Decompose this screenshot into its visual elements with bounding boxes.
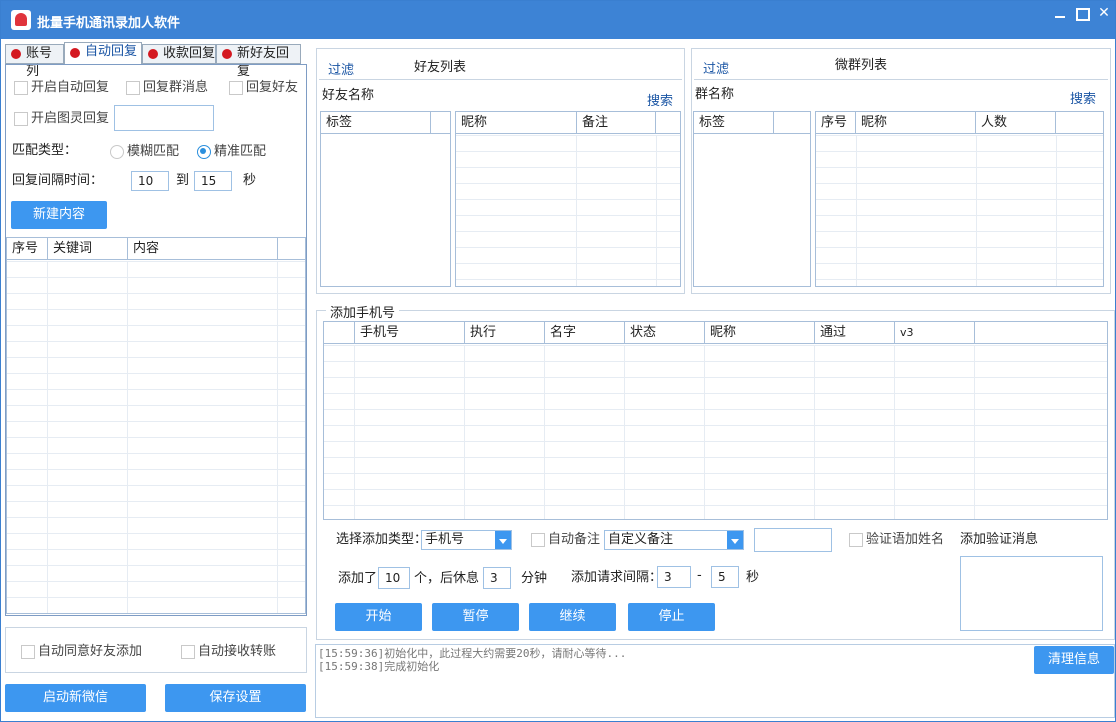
- request-interval-from-input[interactable]: 3: [657, 566, 691, 588]
- reply-group-msg-checkbox[interactable]: 回复群消息: [126, 80, 208, 96]
- seconds-label: 秒: [746, 570, 760, 585]
- continue-button[interactable]: 继续: [529, 603, 616, 631]
- col-header-name[interactable]: 名字: [545, 322, 625, 344]
- interval-from-input[interactable]: 10: [131, 171, 169, 191]
- reply-friend-checkbox[interactable]: 回复好友: [229, 80, 298, 96]
- match-type-label: 匹配类型：: [12, 143, 78, 158]
- request-interval-label: 添加请求间隔：: [571, 570, 663, 585]
- table-header: 序号 关键词 内容: [7, 238, 305, 260]
- friend-tag-list[interactable]: 标签: [320, 111, 451, 287]
- groups-list-title: 微群列表: [835, 58, 888, 73]
- friend-list-table[interactable]: 昵称 备注: [455, 111, 681, 287]
- main-window: 批量手机通讯录加人软件 ✕ 账号列 自动回复 收款回复 新好友回复 开启自动回复…: [0, 0, 1116, 722]
- col-header-remark[interactable]: 备注: [577, 112, 656, 134]
- tab-auto-reply[interactable]: 自动回复: [64, 42, 142, 65]
- clear-log-button[interactable]: 清理信息: [1034, 646, 1114, 674]
- group-tag-list[interactable]: 标签: [693, 111, 811, 287]
- dash-label: -: [697, 568, 702, 583]
- tab-accounts[interactable]: 账号列: [5, 44, 64, 79]
- col-header-index[interactable]: 序号: [7, 238, 48, 260]
- stop-button[interactable]: 停止: [628, 603, 715, 631]
- request-interval-to-input[interactable]: 5: [711, 566, 739, 588]
- exact-match-radio[interactable]: 精准匹配: [197, 144, 266, 160]
- col-header-nickname[interactable]: 昵称: [856, 112, 976, 134]
- auto-receive-transfer-checkbox[interactable]: 自动接收转账: [181, 644, 276, 660]
- red-dot-icon: [222, 49, 232, 59]
- seconds-label: 秒: [243, 173, 257, 188]
- add-type-select[interactable]: 手机号: [421, 530, 512, 550]
- save-settings-button[interactable]: 保存设置: [165, 684, 306, 712]
- start-new-wechat-button[interactable]: 启动新微信: [5, 684, 146, 712]
- remark-input[interactable]: [754, 528, 832, 552]
- select-add-type-label: 选择添加类型：: [336, 532, 428, 547]
- interval-to-input[interactable]: 15: [194, 171, 232, 191]
- groups-search-link[interactable]: 搜索: [1070, 88, 1096, 107]
- auto-remark-checkbox[interactable]: 自动备注: [531, 532, 600, 548]
- verify-add-name-checkbox[interactable]: 验证语加姓名: [849, 532, 944, 548]
- keyword-reply-table[interactable]: 序号 关键词 内容: [6, 237, 306, 614]
- enable-spirit-reply-checkbox[interactable]: 开启图灵回复: [14, 111, 109, 127]
- log-output[interactable]: [15:59:36]初始化中，此过程大约需要20秒，请耐心等待... [15:5…: [315, 644, 1115, 718]
- log-line: [15:59:36]初始化中，此过程大约需要20秒，请耐心等待...: [318, 647, 627, 660]
- group-list-table[interactable]: 序号 昵称 人数: [815, 111, 1104, 287]
- col-header-execute[interactable]: 执行: [465, 322, 545, 344]
- group-name-label: 群名称: [695, 87, 735, 102]
- auto-accept-friend-checkbox[interactable]: 自动同意好友添加: [21, 644, 142, 660]
- add-phone-group: 添加手机号 手机号 执行 名字 状态 昵称 通过 v3 选择添加类型： 手机号 …: [316, 302, 1115, 640]
- col-header-index[interactable]: 序号: [816, 112, 856, 134]
- window-title: 批量手机通讯录加人软件: [37, 16, 181, 31]
- red-dot-icon: [148, 49, 158, 59]
- rest-minutes-input[interactable]: 3: [483, 567, 511, 589]
- col-header-v3[interactable]: v3: [895, 322, 975, 344]
- close-button[interactable]: ✕: [1089, 1, 1116, 25]
- col-header-phone[interactable]: 手机号: [355, 322, 465, 344]
- groups-panel: 过滤 微群列表 群名称 搜索 标签 序号 昵称 人数: [691, 48, 1111, 294]
- red-dot-icon: [11, 49, 21, 59]
- friends-list-title: 好友列表: [414, 60, 467, 75]
- col-header-status[interactable]: 状态: [625, 322, 705, 344]
- col-header-tag[interactable]: 标签: [321, 112, 431, 134]
- friends-filter-link[interactable]: 过滤: [328, 59, 354, 78]
- verify-msg-textarea[interactable]: [960, 556, 1103, 631]
- col-header-keyword[interactable]: 关键词: [48, 238, 128, 260]
- col-header-content[interactable]: 内容: [128, 238, 278, 260]
- add-phone-group-title: 添加手机号: [326, 302, 400, 321]
- to-label: 到: [176, 173, 190, 188]
- friend-name-label: 好友名称: [322, 88, 375, 103]
- minutes-label: 分钟: [521, 571, 548, 586]
- start-button[interactable]: 开始: [335, 603, 422, 631]
- tab-new-friend-reply[interactable]: 新好友回复: [216, 44, 301, 79]
- title-bar: 批量手机通讯录加人软件 ✕: [1, 1, 1115, 39]
- remark-type-select[interactable]: 自定义备注: [604, 530, 744, 550]
- pause-button[interactable]: 暂停: [432, 603, 519, 631]
- chevron-down-icon: [495, 531, 511, 549]
- spirit-reply-input[interactable]: [114, 105, 214, 131]
- add-verify-msg-label: 添加验证消息: [960, 532, 1039, 547]
- col-header-select[interactable]: [324, 322, 355, 344]
- table-body: [7, 261, 305, 613]
- col-header-members[interactable]: 人数: [976, 112, 1056, 134]
- col-header-nickname[interactable]: 昵称: [705, 322, 815, 344]
- friends-panel: 过滤 好友列表 好友名称 搜索 标签 昵称 备注: [316, 48, 685, 294]
- col-header-passed[interactable]: 通过: [815, 322, 895, 344]
- then-rest-label: 个，后休息: [414, 571, 480, 586]
- fuzzy-match-radio[interactable]: 模糊匹配: [110, 144, 179, 160]
- phone-list-table[interactable]: 手机号 执行 名字 状态 昵称 通过 v3: [323, 321, 1108, 520]
- new-content-button[interactable]: 新建内容: [11, 201, 107, 229]
- enable-auto-reply-checkbox[interactable]: 开启自动回复: [14, 80, 109, 96]
- added-count-input[interactable]: 10: [378, 567, 410, 589]
- reply-interval-label: 回复间隔时间：: [12, 173, 104, 188]
- left-bottom-options: 自动同意好友添加 自动接收转账: [5, 627, 307, 673]
- col-header-nickname[interactable]: 昵称: [456, 112, 577, 134]
- tab-payment-reply[interactable]: 收款回复: [142, 44, 216, 64]
- chevron-down-icon: [727, 531, 743, 549]
- app-logo-icon: [11, 10, 31, 30]
- log-line: [15:59:38]完成初始化: [318, 660, 440, 673]
- red-dot-icon: [70, 48, 80, 58]
- col-header-tag[interactable]: 标签: [694, 112, 774, 134]
- auto-reply-panel: 开启自动回复 回复群消息 回复好友 开启图灵回复 匹配类型： 模糊匹配 精准匹配…: [5, 64, 307, 616]
- groups-filter-link[interactable]: 过滤: [703, 58, 729, 77]
- friends-search-link[interactable]: 搜索: [647, 90, 673, 109]
- added-label: 添加了: [338, 571, 378, 586]
